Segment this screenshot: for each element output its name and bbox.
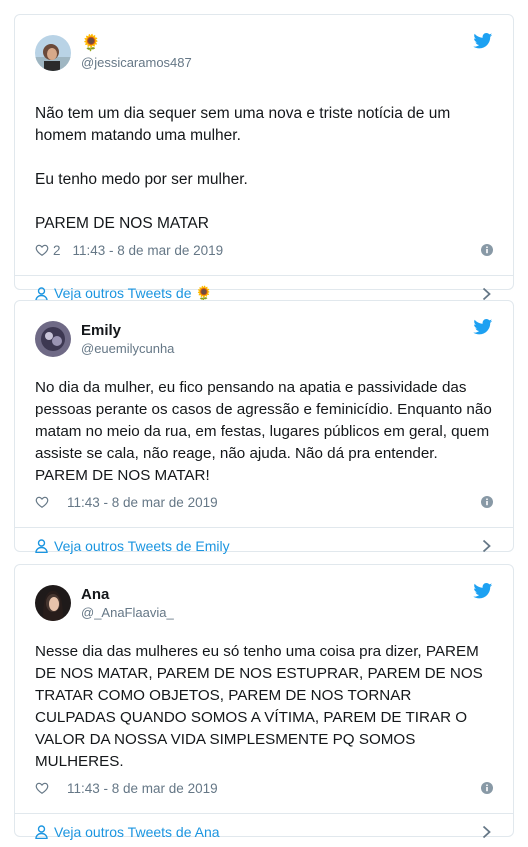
user-handle[interactable]: @euemilycunha bbox=[81, 340, 174, 357]
info-icon[interactable] bbox=[481, 244, 493, 256]
avatar[interactable] bbox=[35, 35, 71, 71]
twitter-bird-icon[interactable] bbox=[473, 583, 493, 599]
tweet-card: 🌻 @jessicaramos487 Não tem um dia sequer… bbox=[14, 14, 514, 301]
twitter-bird-icon[interactable] bbox=[473, 33, 493, 49]
more-tweets-link[interactable]: Veja outros Tweets de Ana bbox=[15, 813, 513, 847]
chevron-right-icon bbox=[482, 287, 491, 300]
more-tweets-link[interactable]: Veja outros Tweets de Emily bbox=[15, 527, 513, 563]
info-icon[interactable] bbox=[481, 496, 493, 508]
like-count[interactable]: 2 bbox=[53, 243, 61, 258]
chevron-right-icon bbox=[482, 825, 491, 838]
tweet-card: Ana @_AnaFlaavia_ Nesse dia das mulheres… bbox=[14, 564, 514, 840]
avatar[interactable] bbox=[35, 321, 71, 357]
twitter-bird-icon[interactable] bbox=[473, 319, 493, 335]
tweet-text: Nesse dia das mulheres eu só tenho uma c… bbox=[35, 643, 483, 770]
heart-icon[interactable] bbox=[35, 495, 49, 509]
tweet-text: No dia da mulher, eu fico pensando na ap… bbox=[35, 379, 492, 484]
display-name[interactable]: 🌻 bbox=[81, 35, 192, 54]
chevron-right-icon bbox=[482, 539, 491, 552]
info-icon[interactable] bbox=[481, 782, 493, 794]
user-icon bbox=[35, 286, 48, 301]
display-name[interactable]: Emily bbox=[81, 322, 174, 340]
tweet-card: Emily @euemilycunha No dia da mulher, eu… bbox=[14, 300, 514, 554]
timestamp[interactable]: 11:43 - 8 de mar de 2019 bbox=[67, 495, 218, 510]
user-handle[interactable]: @jessicaramos487 bbox=[81, 54, 192, 71]
user-handle[interactable]: @_AnaFlaavia_ bbox=[81, 604, 174, 621]
more-tweets-label: Veja outros Tweets de Emily bbox=[54, 537, 230, 554]
timestamp[interactable]: 11:43 - 8 de mar de 2019 bbox=[67, 781, 218, 796]
user-icon bbox=[35, 538, 48, 553]
tweet-text: Não tem um dia sequer sem uma nova e tri… bbox=[35, 105, 451, 232]
display-name[interactable]: Ana bbox=[81, 586, 174, 604]
timestamp[interactable]: 11:43 - 8 de mar de 2019 bbox=[73, 243, 224, 258]
heart-icon[interactable] bbox=[35, 243, 49, 257]
heart-icon[interactable] bbox=[35, 781, 49, 795]
user-icon bbox=[35, 824, 48, 839]
avatar[interactable] bbox=[35, 585, 71, 621]
more-tweets-label: Veja outros Tweets de Ana bbox=[54, 823, 220, 840]
